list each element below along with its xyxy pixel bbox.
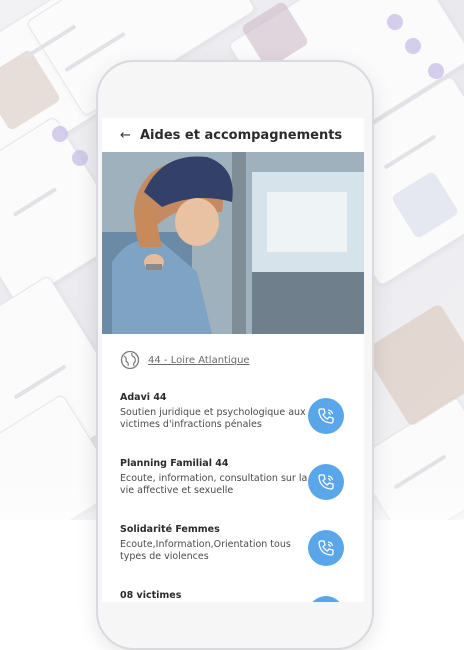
arrow-left-icon[interactable]: ← <box>120 128 140 143</box>
phone-call-icon <box>318 408 334 424</box>
organization-description: Ecoute, information, consultation sur la… <box>120 473 308 496</box>
call-button[interactable] <box>308 530 344 566</box>
organization-description: Soutien juridique et psychologique aux v… <box>120 407 306 430</box>
region-selector[interactable]: 44 - Loire Atlantique <box>102 334 364 374</box>
page-title: Aides et accompagnements <box>140 127 343 143</box>
list-item: Solidarité Femmes Ecoute,Information,Ori… <box>102 514 364 580</box>
app-header: ← Aides et accompagnements <box>102 118 364 152</box>
globe-icon <box>120 350 140 370</box>
list-item: 08 victimes <box>102 580 364 602</box>
organization-list: Adavi 44 Soutien juridique et psychologi… <box>102 374 364 602</box>
call-button[interactable] <box>308 398 344 434</box>
organization-description: Ecoute,Information,Orientation tous type… <box>120 539 291 562</box>
bg-dot <box>52 126 68 142</box>
phone-call-icon <box>318 474 334 490</box>
hero-photo <box>102 152 364 334</box>
phone-call-icon <box>318 540 334 556</box>
region-label[interactable]: 44 - Loire Atlantique <box>148 355 250 366</box>
bg-dot <box>72 150 88 166</box>
call-button[interactable] <box>308 464 344 500</box>
bg-dot <box>428 63 444 79</box>
list-item: Planning Familial 44 Ecoute, information… <box>102 448 364 514</box>
bg-dot <box>405 38 421 54</box>
bg-dot <box>387 14 403 30</box>
phone-screen: ← Aides et accompagnements 44 - Loire At… <box>102 118 364 602</box>
hero-illustration <box>102 152 364 334</box>
list-item: Adavi 44 Soutien juridique et psychologi… <box>102 382 364 448</box>
